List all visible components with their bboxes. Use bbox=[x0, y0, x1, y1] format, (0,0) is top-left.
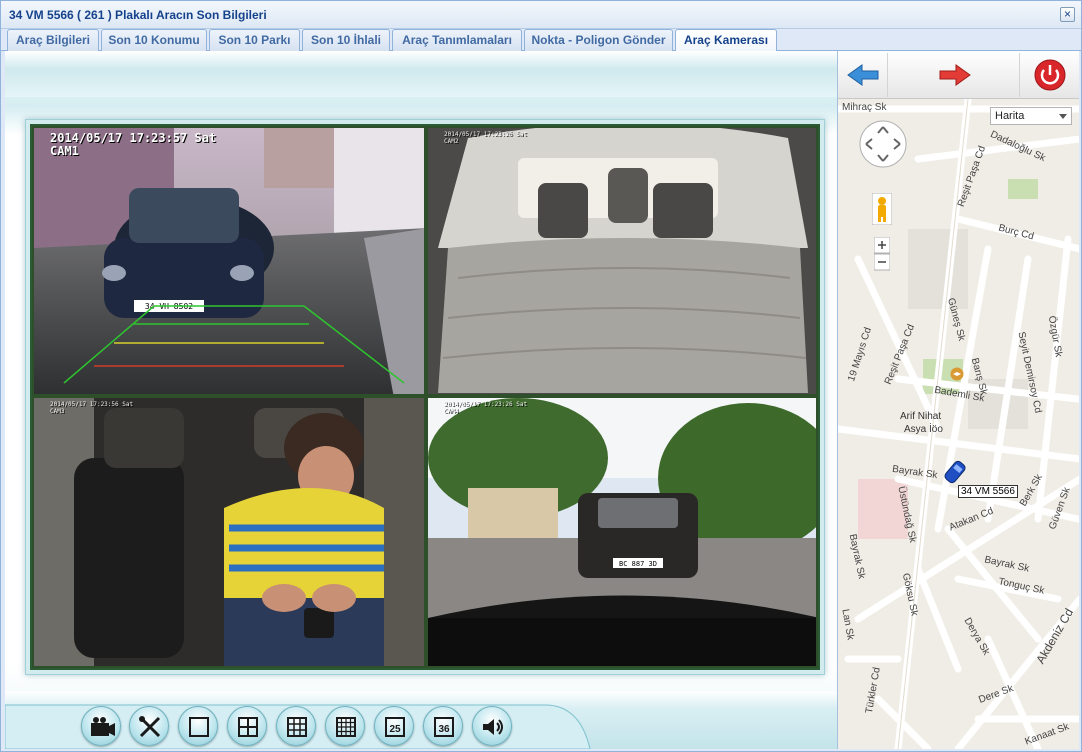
tab-content: 34 VH 8502 2014/05/17 17:23:57 Sat bbox=[5, 51, 1079, 749]
layout-1-button[interactable] bbox=[178, 706, 218, 746]
cam4-plate-text: BC 887 3D bbox=[619, 560, 657, 568]
zoom-control[interactable] bbox=[874, 237, 890, 271]
camera-2-image bbox=[428, 128, 816, 394]
vehicle-label: 34 VM 5566 bbox=[958, 485, 1018, 498]
camera-feed-3[interactable]: 2014/05/17 17:23:56 Sat CAM3 bbox=[32, 396, 426, 668]
tab-arac-tanimlamalari[interactable]: Araç Tanımlamaları bbox=[392, 29, 522, 51]
layout-25-label: 25 bbox=[389, 724, 401, 735]
layout-4-button[interactable] bbox=[227, 706, 267, 746]
cam3-name: CAM3 bbox=[50, 407, 65, 415]
power-icon bbox=[1034, 59, 1066, 91]
camera-header-band bbox=[5, 51, 837, 97]
tab-son-10-ihlali[interactable]: Son 10 İhlali bbox=[302, 29, 390, 51]
layout-16-button[interactable] bbox=[325, 706, 365, 746]
map-back-button[interactable] bbox=[838, 53, 888, 97]
vehicle-info-window: 34 VM 5566 ( 261 ) Plakalı Aracın Son Bi… bbox=[0, 0, 1082, 752]
school-icon bbox=[950, 367, 964, 381]
window-titlebar[interactable]: 34 VM 5566 ( 261 ) Plakalı Aracın Son Bi… bbox=[1, 1, 1081, 29]
map-pan-control[interactable] bbox=[858, 119, 908, 169]
tab-nokta-poligon-gonder[interactable]: Nokta - Poligon Gönder bbox=[524, 29, 673, 51]
layout-36-button[interactable]: 36 bbox=[423, 706, 463, 746]
tools-icon bbox=[139, 716, 161, 738]
tab-son-10-parki[interactable]: Son 10 Parkı bbox=[209, 29, 300, 51]
layout-25-button[interactable]: 25 bbox=[374, 706, 414, 746]
cam4-overlay: 2014/05/17 17:23:26 Sat CAM4 bbox=[444, 401, 527, 415]
layout-4-icon bbox=[238, 717, 258, 737]
map-toolbar bbox=[838, 51, 1079, 99]
audio-button[interactable] bbox=[472, 706, 512, 746]
map-panel: Mihraç Sk Dadaloğlu Sk Reşit Paşa Cd Bur… bbox=[837, 51, 1079, 749]
map-type-value: Harita bbox=[995, 110, 1025, 122]
tab-arac-kamerasi[interactable]: Araç Kamerası bbox=[675, 29, 777, 52]
camera-1-image: 34 VH 8502 bbox=[34, 128, 424, 394]
layout-1-icon bbox=[189, 717, 209, 737]
map-power-button[interactable] bbox=[1020, 53, 1079, 97]
map-forward-button[interactable] bbox=[888, 53, 1020, 97]
window-title: 34 VM 5566 ( 261 ) Plakalı Aracın Son Bi… bbox=[9, 8, 267, 22]
camera-4-image: BC 887 3D bbox=[428, 398, 816, 666]
arrow-right-icon bbox=[939, 64, 971, 86]
street-label: Mihraç Sk bbox=[842, 102, 887, 113]
cam2-overlay: 2014/05/17 17:23:26 Sat CAM2 bbox=[444, 131, 527, 145]
cam1-overlay: 2014/05/17 17:23:57 Sat CAM1 bbox=[50, 131, 216, 159]
poi-label: Asya İöo bbox=[904, 424, 943, 435]
camera-grid: 34 VH 8502 2014/05/17 17:23:57 Sat bbox=[30, 124, 820, 670]
arrow-left-icon bbox=[847, 64, 879, 86]
camera-3-image bbox=[34, 398, 424, 666]
cam3-overlay: 2014/05/17 17:23:56 Sat CAM3 bbox=[50, 401, 133, 415]
camera-feed-1[interactable]: 34 VH 8502 2014/05/17 17:23:57 Sat bbox=[32, 126, 426, 396]
layout-25-icon: 25 bbox=[385, 717, 405, 737]
map-type-select[interactable]: Harita bbox=[990, 107, 1072, 125]
street-view-pegman-icon[interactable] bbox=[872, 193, 892, 225]
cam2-name: CAM2 bbox=[444, 137, 459, 145]
tab-son-10-konumu[interactable]: Son 10 Konumu bbox=[101, 29, 207, 51]
layout-16-icon bbox=[336, 717, 356, 737]
camera-panel: 34 VH 8502 2014/05/17 17:23:57 Sat bbox=[5, 51, 837, 749]
tab-arac-bilgileri[interactable]: Araç Bilgileri bbox=[7, 29, 99, 51]
camera-feed-2[interactable]: 2014/05/17 17:23:26 Sat CAM2 bbox=[426, 126, 818, 396]
close-icon[interactable]: × bbox=[1060, 7, 1075, 22]
camera-stage: 34 VH 8502 2014/05/17 17:23:57 Sat bbox=[25, 119, 825, 675]
chevron-down-icon bbox=[1059, 114, 1067, 119]
layout-9-icon bbox=[287, 717, 307, 737]
layout-36-icon: 36 bbox=[434, 717, 454, 737]
camera-feed-4[interactable]: BC 887 3D 2014/05/17 17:23:26 Sat CAM4 bbox=[426, 396, 818, 668]
layout-36-label: 36 bbox=[438, 724, 450, 735]
record-button[interactable] bbox=[81, 706, 121, 746]
cam1-name: CAM1 bbox=[50, 144, 79, 159]
tab-bar: Araç Bilgileri Son 10 Konumu Son 10 Park… bbox=[1, 29, 1081, 52]
settings-button[interactable] bbox=[129, 706, 169, 746]
camera-record-icon bbox=[91, 717, 115, 736]
vehicle-marker-icon[interactable] bbox=[942, 459, 968, 485]
speaker-icon bbox=[483, 719, 503, 735]
map-canvas[interactable]: Mihraç Sk Dadaloğlu Sk Reşit Paşa Cd Bur… bbox=[838, 95, 1079, 749]
poi-label: Arif Nihat bbox=[900, 411, 942, 422]
layout-9-button[interactable] bbox=[276, 706, 316, 746]
cam4-name: CAM4 bbox=[444, 407, 459, 415]
